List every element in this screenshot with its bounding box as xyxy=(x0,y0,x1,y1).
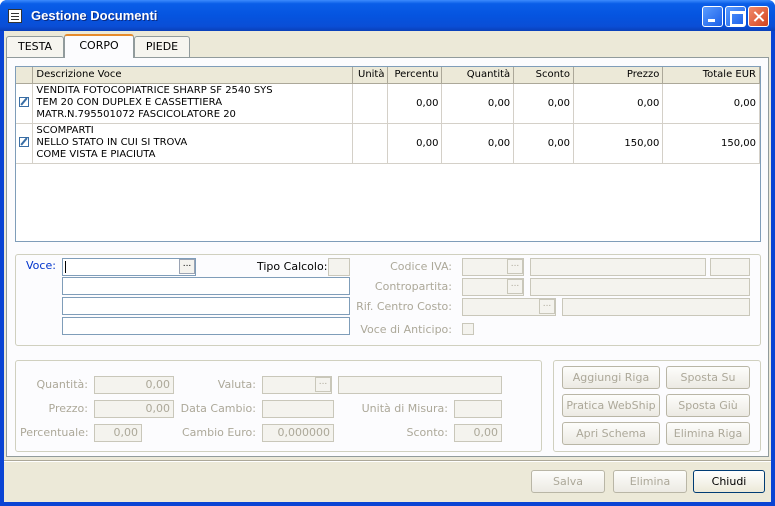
edit-row-icon xyxy=(19,96,30,107)
valuta-description xyxy=(338,376,502,394)
column-header-sconto[interactable]: Sconto xyxy=(513,67,574,84)
voce-anticipo-label: Voce di Anticipo: xyxy=(360,323,452,336)
maximize-button[interactable] xyxy=(725,6,746,27)
cell-prezzo[interactable]: 0,00 xyxy=(573,83,664,124)
percentuale-label: Percentuale: xyxy=(20,426,89,439)
valuta-label: Valuta: xyxy=(217,378,256,391)
salva-button[interactable]: Salva xyxy=(531,470,605,493)
column-header-unita[interactable]: Unità xyxy=(352,67,389,84)
window-title: Gestione Documenti xyxy=(31,8,158,23)
description-line: TEM 20 CON DUPLEX E CASSETTIERA xyxy=(36,96,223,108)
cell-unita[interactable] xyxy=(352,83,389,124)
data-cambio-label: Data Cambio: xyxy=(180,402,256,415)
sposta-giu-button[interactable]: Sposta Giù xyxy=(666,394,750,417)
footer-separator xyxy=(4,460,771,462)
table-row[interactable]: VENDITA FOTOCOPIATRICE SHARP SF 2540 SYS… xyxy=(16,83,760,124)
chiudi-button[interactable]: Chiudi xyxy=(693,470,765,493)
cell-unita[interactable] xyxy=(352,123,389,164)
voce-browse-button[interactable]: ... xyxy=(179,259,195,274)
centro-costo-browse-button: ... xyxy=(539,299,555,314)
table-row[interactable]: SCOMPARTI NELLO STATO IN CUI SI TROVA CO… xyxy=(16,123,760,164)
quantita-label: Quantità: xyxy=(36,378,88,391)
apri-schema-button[interactable]: Apri Schema xyxy=(562,422,660,445)
voce-description-line-2[interactable] xyxy=(62,297,350,315)
quantita-input: 0,00 xyxy=(94,376,174,394)
cell-quantita[interactable]: 0,00 xyxy=(441,123,515,164)
description-line: COME VISTA E PIACIUTA xyxy=(36,148,156,160)
cell-prezzo[interactable]: 150,00 xyxy=(573,123,664,164)
tab-piede[interactable]: PIEDE xyxy=(134,36,190,57)
prezzo-label: Prezzo: xyxy=(48,402,88,415)
cambio-euro-input: 0,000000 xyxy=(262,424,334,442)
voce-label: Voce: xyxy=(26,259,56,272)
codice-iva-browse-button: ... xyxy=(507,259,523,274)
unita-misura-input xyxy=(454,400,502,418)
title-bar[interactable]: Gestione Documenti xyxy=(0,0,775,31)
codice-iva-description xyxy=(530,258,706,276)
sposta-su-button[interactable]: Sposta Su xyxy=(666,366,750,389)
aggiungi-riga-button[interactable]: Aggiungi Riga xyxy=(562,366,660,389)
tab-panel-corpo: Descrizione Voce Unità Percentu Quantità… xyxy=(6,57,769,457)
column-header-percentuale[interactable]: Percentu xyxy=(387,67,443,84)
cell-totale[interactable]: 0,00 xyxy=(662,83,760,124)
codice-iva-label: Codice IVA: xyxy=(390,260,452,273)
row-selector[interactable] xyxy=(16,83,34,124)
valuta-browse-button: ... xyxy=(315,377,331,392)
elimina-button[interactable]: Elimina xyxy=(613,470,687,493)
tipo-calcolo-field xyxy=(328,258,350,276)
tipo-calcolo-label: Tipo Calcolo: xyxy=(257,260,328,273)
centro-costo-label: Rif. Centro Costo: xyxy=(356,300,452,313)
unita-misura-label: Unità di Misura: xyxy=(361,402,448,415)
data-cambio-input xyxy=(262,400,334,418)
close-button[interactable] xyxy=(748,6,769,27)
tab-testa[interactable]: TESTA xyxy=(6,36,64,57)
prezzo-input: 0,00 xyxy=(94,400,174,418)
tab-corpo[interactable]: CORPO xyxy=(64,34,134,58)
document-lines-grid[interactable]: Descrizione Voce Unità Percentu Quantità… xyxy=(15,66,761,242)
codice-iva-percent xyxy=(710,258,750,276)
description-line: SCOMPARTI xyxy=(36,124,94,136)
contropartita-description xyxy=(530,278,750,296)
sconto-label: Sconto: xyxy=(406,426,448,439)
edit-row-icon xyxy=(19,136,30,147)
description-line: MATR.N.795501072 FASCICOLATORE 20 xyxy=(36,108,236,120)
minimize-button[interactable] xyxy=(702,6,723,27)
description-line: VENDITA FOTOCOPIATRICE SHARP SF 2540 SYS xyxy=(36,84,273,96)
application-window: Gestione Documenti TESTA CORPO PIEDE Des… xyxy=(0,0,775,506)
riga-buttons-group: Aggiungi Riga Sposta Su Pratica WebShip … xyxy=(553,360,761,452)
cell-percentuale[interactable]: 0,00 xyxy=(387,83,443,124)
voce-input[interactable] xyxy=(62,258,196,276)
cell-sconto[interactable]: 0,00 xyxy=(513,83,574,124)
app-icon[interactable] xyxy=(8,9,22,23)
cell-totale[interactable]: 150,00 xyxy=(662,123,760,164)
contropartita-label: Contropartita: xyxy=(374,280,452,293)
cell-descrizione[interactable]: VENDITA FOTOCOPIATRICE SHARP SF 2540 SYS… xyxy=(32,83,353,124)
column-header-prezzo[interactable]: Prezzo xyxy=(573,67,664,84)
percentuale-input: 0,00 xyxy=(94,424,142,442)
cell-descrizione[interactable]: SCOMPARTI NELLO STATO IN CUI SI TROVA CO… xyxy=(32,123,353,164)
column-header-quantita[interactable]: Quantità xyxy=(441,67,515,84)
column-header-descrizione[interactable]: Descrizione Voce xyxy=(32,67,353,84)
window-client-area: TESTA CORPO PIEDE Descrizione Voce Unità… xyxy=(4,31,771,502)
voce-group: Voce: ... Tipo Calcolo: Codice IVA: ... … xyxy=(15,254,761,346)
cell-quantita[interactable]: 0,00 xyxy=(441,83,515,124)
row-selector[interactable] xyxy=(16,123,34,164)
column-header-totale[interactable]: Totale EUR xyxy=(662,67,760,84)
centro-costo-description xyxy=(562,298,750,316)
pratica-webship-button[interactable]: Pratica WebShip xyxy=(562,394,660,417)
cell-percentuale[interactable]: 0,00 xyxy=(387,123,443,164)
cell-sconto[interactable]: 0,00 xyxy=(513,123,574,164)
description-line: NELLO STATO IN CUI SI TROVA xyxy=(36,136,188,148)
row-selector-header xyxy=(16,67,34,84)
voce-description-line-3[interactable] xyxy=(62,317,350,335)
elimina-riga-button[interactable]: Elimina Riga xyxy=(666,422,750,445)
voce-anticipo-checkbox xyxy=(462,323,474,335)
voce-description-line-1[interactable] xyxy=(62,277,350,295)
valori-group: Quantità: 0,00 Prezzo: 0,00 Percentuale:… xyxy=(15,360,542,452)
sconto-input: 0,00 xyxy=(454,424,502,442)
contropartita-browse-button: ... xyxy=(507,279,523,294)
cambio-euro-label: Cambio Euro: xyxy=(181,426,256,439)
